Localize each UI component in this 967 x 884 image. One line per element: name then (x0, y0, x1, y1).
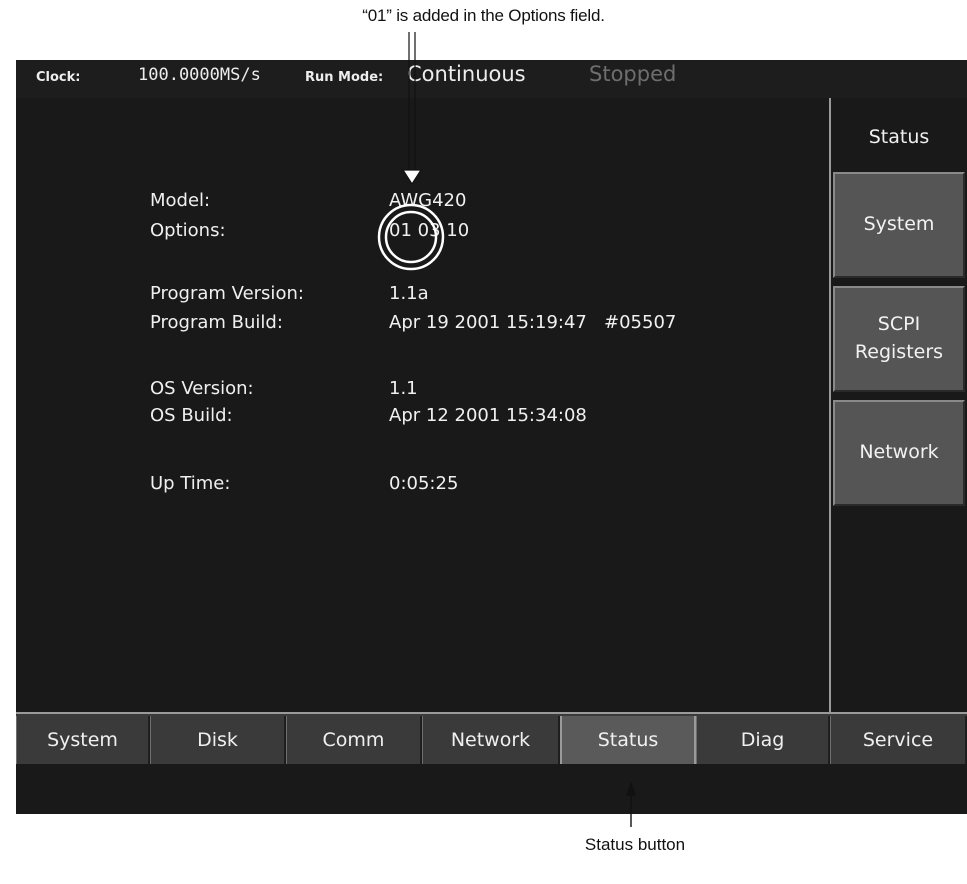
callout-graphics (377, 32, 636, 827)
callout-status-button: Status button (584, 835, 686, 854)
callout-arrow-bottom (626, 781, 636, 827)
callout-circle (377, 203, 445, 271)
callout-arrow-top (401, 32, 423, 186)
